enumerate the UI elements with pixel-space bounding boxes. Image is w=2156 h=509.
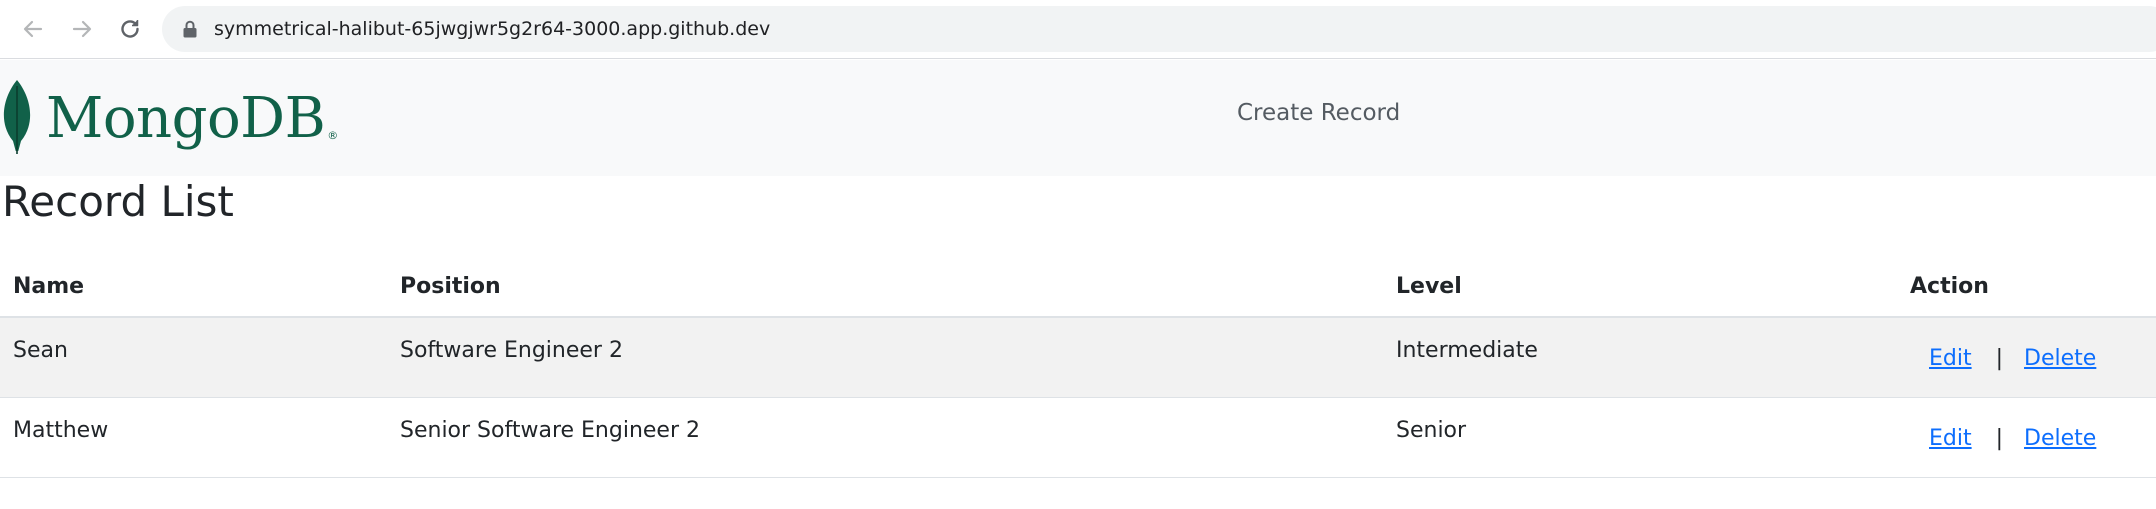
- action-separator: |: [1995, 425, 2004, 451]
- cell-name: Matthew: [0, 397, 387, 478]
- table-row: Sean Software Engineer 2 Intermediate Ed…: [0, 317, 2156, 398]
- records-table: Name Position Level Action Sean Software…: [0, 256, 2156, 478]
- edit-link[interactable]: Edit: [1929, 426, 1972, 451]
- back-arrow-icon: [23, 20, 43, 38]
- header-position: Position: [387, 256, 1383, 318]
- mongodb-leaf-icon: [3, 80, 31, 154]
- cell-actions: Edit | Delete: [1897, 397, 2156, 478]
- cell-position: Senior Software Engineer 2: [387, 397, 1383, 478]
- brand-name: MongoDB: [46, 85, 326, 151]
- browser-toolbar: symmetrical-halibut-65jwgjwr5g2r64-3000.…: [0, 0, 2156, 59]
- header-level: Level: [1383, 256, 1897, 318]
- edit-link[interactable]: Edit: [1929, 346, 1972, 371]
- forward-button[interactable]: [65, 12, 99, 46]
- delete-link[interactable]: Delete: [2024, 346, 2096, 371]
- page-title: Record List: [2, 177, 234, 226]
- cell-position: Software Engineer 2: [387, 317, 1383, 398]
- cell-actions: Edit | Delete: [1897, 317, 2156, 398]
- create-record-link[interactable]: Create Record: [1237, 100, 1400, 126]
- header-action: Action: [1897, 256, 2156, 318]
- reload-button[interactable]: [113, 12, 147, 46]
- address-bar[interactable]: symmetrical-halibut-65jwgjwr5g2r64-3000.…: [162, 6, 2156, 52]
- header-name: Name: [0, 256, 387, 318]
- forward-arrow-icon: [72, 20, 92, 38]
- registered-mark: ®: [327, 129, 339, 142]
- cell-level: Intermediate: [1383, 317, 1897, 398]
- table-header-row: Name Position Level Action: [0, 256, 2156, 318]
- cell-name: Sean: [0, 317, 387, 398]
- cell-level: Senior: [1383, 397, 1897, 478]
- reload-icon: [121, 20, 139, 38]
- back-button[interactable]: [16, 12, 50, 46]
- app-navbar: MongoDB ® Create Record: [0, 60, 2156, 176]
- table-row: Matthew Senior Software Engineer 2 Senio…: [0, 397, 2156, 478]
- url-text[interactable]: symmetrical-halibut-65jwgjwr5g2r64-3000.…: [214, 6, 770, 52]
- delete-link[interactable]: Delete: [2024, 426, 2096, 451]
- action-separator: |: [1995, 346, 2004, 371]
- lock-icon[interactable]: [182, 20, 198, 38]
- brand-logo-link[interactable]: MongoDB ®: [0, 78, 338, 158]
